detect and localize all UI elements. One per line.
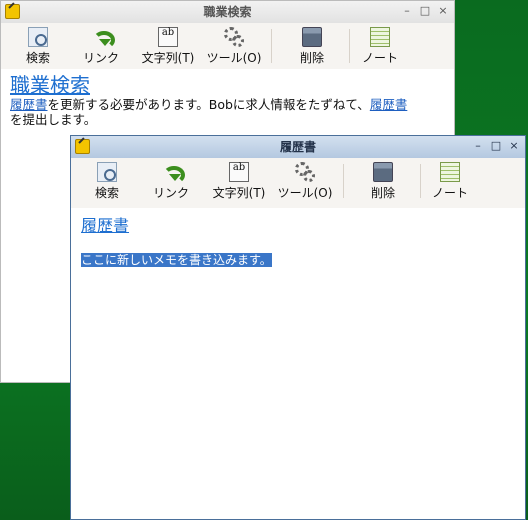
- toolbar-separator: [343, 164, 344, 198]
- note-icon: [370, 27, 390, 47]
- note-menu-button[interactable]: ノート: [361, 27, 399, 66]
- tools-button[interactable]: ツール(O): [205, 27, 263, 66]
- magnifier-icon: [97, 162, 117, 182]
- toolbar-separator: [349, 29, 350, 63]
- note-link-resume[interactable]: 履歴書: [10, 97, 48, 112]
- trash-icon: [373, 162, 393, 182]
- back-note-content[interactable]: 職業検索 履歴書を更新する必要があります。Bobに求人情報をたずねて、履歴書 を…: [1, 69, 454, 131]
- trash-icon: [302, 27, 322, 47]
- maximize-button[interactable]: □: [418, 4, 432, 18]
- close-button[interactable]: ×: [507, 139, 521, 153]
- toolbar-separator: [271, 29, 272, 63]
- toolbar-separator: [420, 164, 421, 198]
- note-icon: [440, 162, 460, 182]
- minimize-button[interactable]: –: [400, 4, 414, 18]
- front-titlebar[interactable]: 履歴書 – □ ×: [71, 136, 525, 158]
- gears-icon: [224, 27, 244, 47]
- delete-button[interactable]: 削除: [295, 27, 329, 66]
- note-body-text[interactable]: 履歴書を更新する必要があります。Bobに求人情報をたずねて、履歴書 を提出します…: [10, 97, 445, 127]
- note-body-text[interactable]: ここに新しいメモを書き込みます。: [81, 252, 515, 268]
- back-window-title: 職業検索: [203, 5, 252, 19]
- text-style-icon: ab: [229, 162, 249, 182]
- note-link-resume[interactable]: 履歴書: [370, 97, 408, 112]
- link-button[interactable]: リンク: [81, 27, 121, 66]
- selected-text[interactable]: ここに新しいメモを書き込みます。: [81, 253, 272, 267]
- close-button[interactable]: ×: [436, 4, 450, 18]
- tools-button[interactable]: ツール(O): [276, 162, 334, 201]
- magnifier-icon: [28, 27, 48, 47]
- back-titlebar[interactable]: 職業検索 – □ ×: [1, 1, 454, 23]
- delete-button[interactable]: 削除: [366, 162, 400, 201]
- front-note-content[interactable]: 履歴書 ここに新しいメモを書き込みます。: [71, 208, 525, 276]
- search-button[interactable]: 検索: [23, 27, 53, 66]
- text-style-icon: ab: [158, 27, 178, 47]
- link-arrow-icon: [91, 27, 115, 49]
- maximize-button[interactable]: □: [489, 139, 503, 153]
- front-note-window[interactable]: 履歴書 – □ × 検索 リンク ab 文字列(T) ツール(O) 削除 ノート: [70, 135, 526, 520]
- minimize-button[interactable]: –: [471, 139, 485, 153]
- back-toolbar: 検索 リンク ab 文字列(T) ツール(O) 削除 ノート: [1, 23, 454, 69]
- text-button[interactable]: ab 文字列(T): [139, 27, 197, 66]
- front-toolbar: 検索 リンク ab 文字列(T) ツール(O) 削除 ノート: [71, 158, 525, 208]
- note-menu-button[interactable]: ノート: [431, 162, 469, 201]
- note-title-heading: 履歴書: [81, 216, 130, 235]
- front-window-title: 履歴書: [279, 140, 316, 154]
- note-title-heading: 職業検索: [10, 73, 90, 97]
- text-button[interactable]: ab 文字列(T): [210, 162, 268, 201]
- gears-icon: [295, 162, 315, 182]
- search-button[interactable]: 検索: [92, 162, 122, 201]
- link-arrow-icon: [161, 162, 185, 184]
- link-button[interactable]: リンク: [151, 162, 191, 201]
